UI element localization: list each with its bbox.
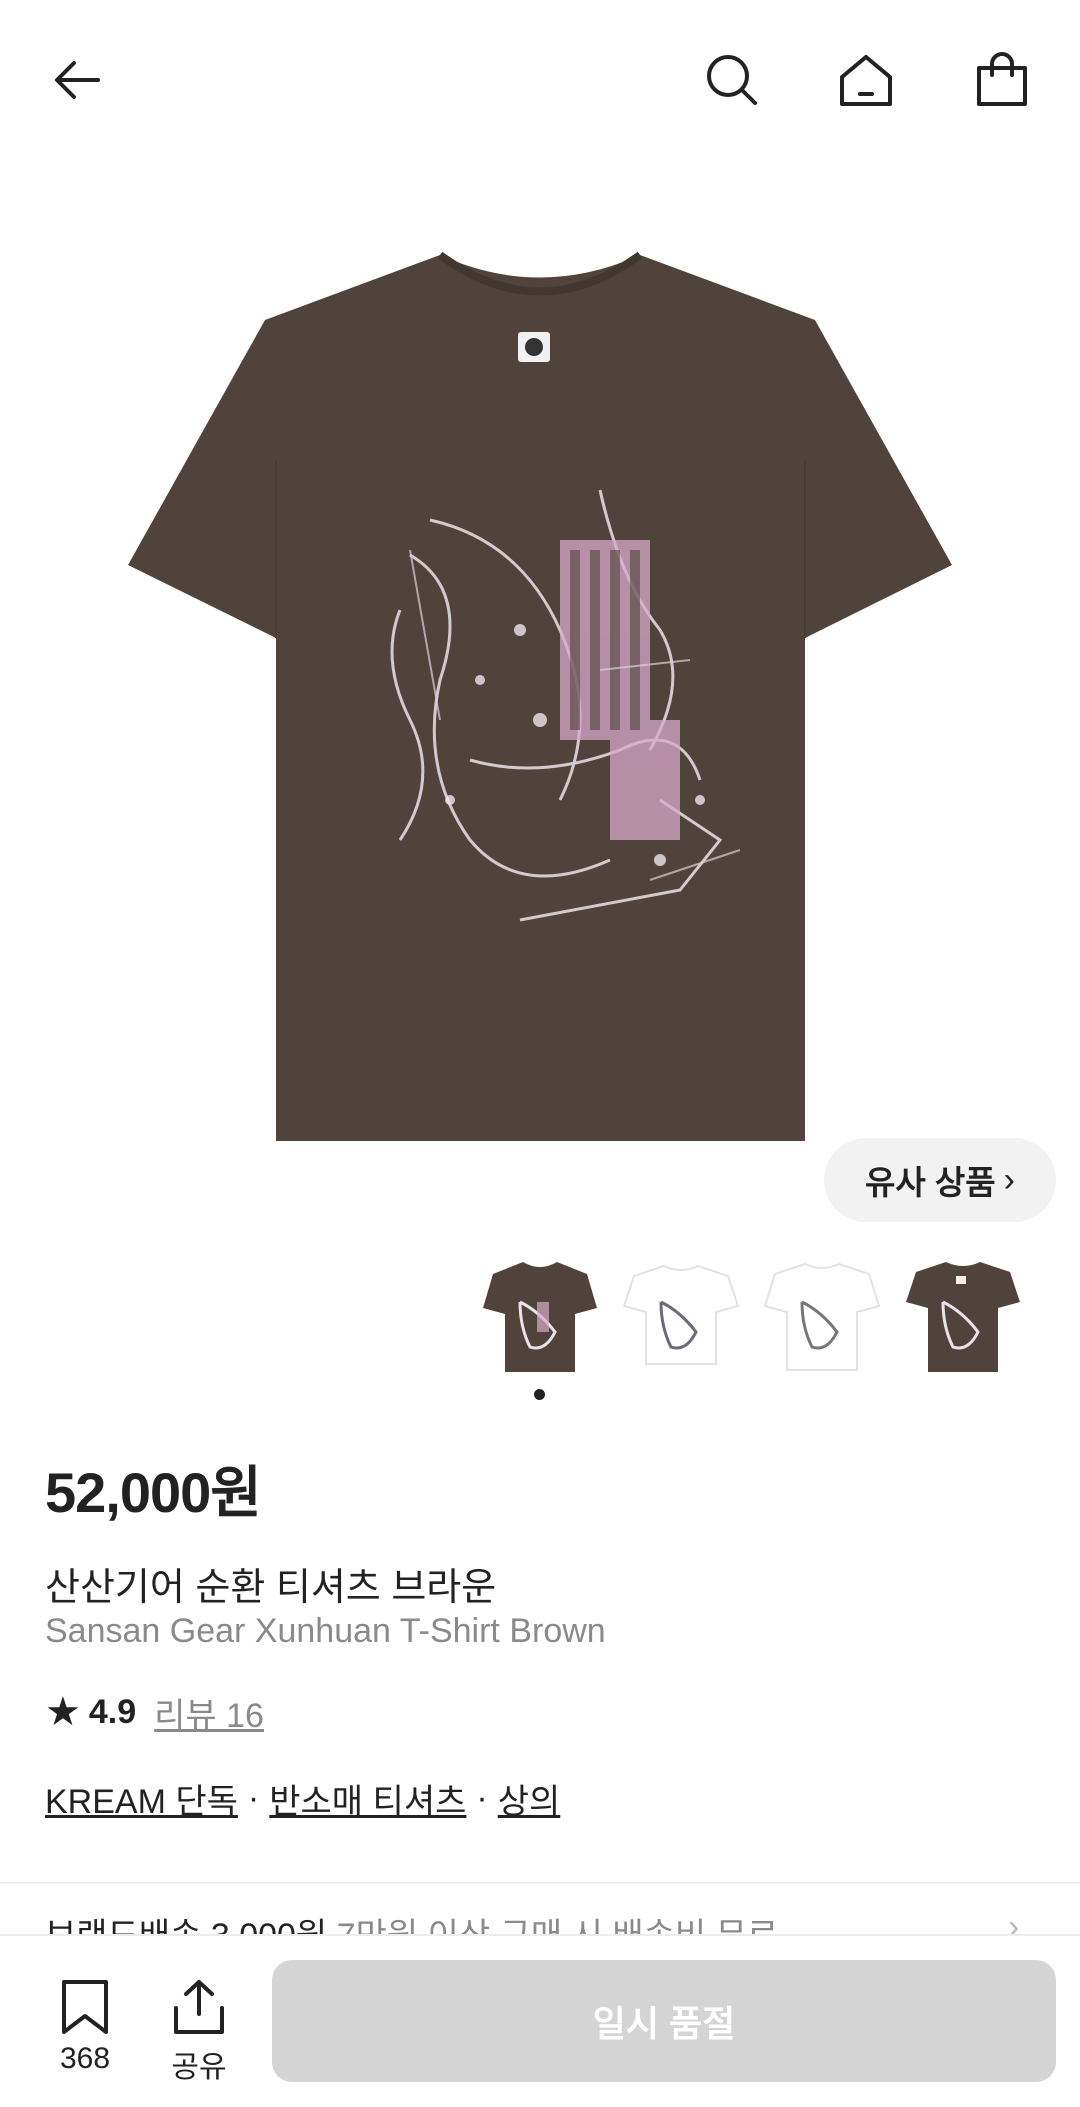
chevron-right-icon: › — [1003, 1161, 1015, 1199]
thumbnail-4[interactable] — [898, 1252, 1028, 1382]
product-name-korean: 산산기어 순환 티셔츠 브라운 — [45, 1567, 497, 1609]
category-tags: KREAM 단독 · 반소매 티셔츠 · 상의 — [45, 1774, 560, 1823]
thumbnail-3[interactable] — [757, 1252, 887, 1382]
section-divider — [0, 1882, 1080, 1884]
chevron-right-icon: › — [1008, 1908, 1020, 1936]
thumbnail-1[interactable] — [475, 1252, 605, 1382]
thumbnail-2[interactable] — [616, 1252, 746, 1382]
arrow-left-icon[interactable] — [38, 40, 118, 120]
product-name-english: Sansan Gear Xunhuan T-Shirt Brown — [45, 1612, 606, 1650]
star-icon: ★ — [45, 1690, 81, 1734]
bookmark-button[interactable]: 368 — [40, 1978, 130, 2076]
tag-short-sleeve-tshirt[interactable]: 반소매 티셔츠 — [269, 1774, 466, 1823]
tag-kream-exclusive[interactable]: KREAM 단독 — [45, 1774, 238, 1823]
carousel-page-indicator — [534, 1389, 545, 1400]
product-image[interactable] — [0, 160, 1080, 1240]
rating-score: 4.9 — [88, 1692, 137, 1731]
tag-separator: · — [476, 1779, 488, 1817]
tag-separator: · — [247, 1779, 260, 1817]
tshirt-illustration — [128, 251, 952, 1141]
product-price: 52,000원 — [45, 1461, 262, 1524]
share-label: 공유 — [171, 2051, 227, 2084]
delivery-info[interactable]: 브랜드배송 3,000원 7만원 이상 구매 시 배송비 무료 — [45, 1908, 778, 1936]
review-link[interactable]: 리뷰 16 — [154, 1688, 264, 1737]
search-icon[interactable] — [692, 40, 772, 120]
shopping-bag-icon[interactable] — [962, 40, 1042, 120]
bottom-action-bar: 368 공유 일시 품절 — [0, 1934, 1080, 2107]
similar-products-label: 유사 상품 — [865, 1164, 996, 1201]
home-icon[interactable] — [826, 40, 906, 120]
top-navigation-bar — [0, 0, 1080, 160]
share-button[interactable]: 공유 — [154, 1978, 244, 2086]
thumbnail-strip — [0, 1252, 1080, 1382]
sold-out-button[interactable]: 일시 품절 — [272, 1960, 1056, 2082]
share-icon — [174, 1980, 224, 2034]
rating-row: ★ 4.9 리뷰 16 — [45, 1688, 264, 1737]
similar-products-button[interactable]: 유사 상품 › — [824, 1138, 1056, 1222]
bookmark-count: 368 — [59, 2042, 111, 2075]
tag-top[interactable]: 상의 — [498, 1774, 561, 1823]
bookmark-icon — [62, 1980, 108, 2034]
